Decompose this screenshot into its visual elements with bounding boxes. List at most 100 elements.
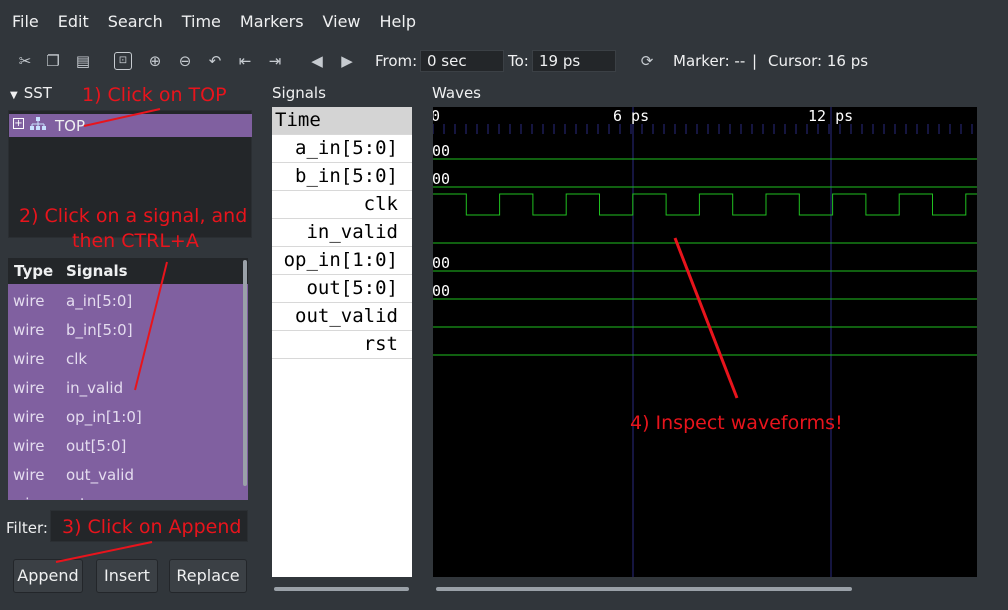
waves-hscrollbar[interactable] bbox=[436, 587, 852, 591]
type-cell: wire bbox=[13, 408, 45, 426]
copy-icon[interactable]: ❐ bbox=[42, 50, 64, 72]
filter-label: Filter: bbox=[6, 519, 48, 537]
menu-view[interactable]: View bbox=[311, 8, 368, 36]
toolbar: ✂ ❐ ▤ ⊡ ⊕ ⊖ ↶ ⇤ ⇥ ◀ ▶ From: 0 sec To: 19… bbox=[10, 46, 1008, 76]
list-item[interactable]: wire rst bbox=[8, 489, 240, 500]
tick-label-6ps: 6 ps bbox=[613, 107, 649, 125]
list-item[interactable]: wire clk bbox=[8, 344, 240, 373]
from-input[interactable]: 0 sec bbox=[420, 50, 504, 72]
signal-row[interactable]: in_valid bbox=[272, 219, 412, 247]
waves-title: Waves bbox=[432, 84, 481, 102]
type-cell: wire bbox=[13, 379, 45, 397]
signal-row[interactable]: a_in[5:0] bbox=[272, 135, 412, 163]
replace-button[interactable]: Replace bbox=[169, 559, 247, 593]
list-item[interactable]: wire out_valid bbox=[8, 460, 240, 489]
annotation-step1: 1) Click on TOP bbox=[82, 84, 227, 106]
next-edge-icon[interactable]: ▶ bbox=[336, 50, 358, 72]
signal-cell: out[5:0] bbox=[66, 437, 127, 455]
menu-help[interactable]: Help bbox=[368, 8, 423, 36]
signal-cell: b_in[5:0] bbox=[66, 321, 133, 339]
list-item[interactable]: wire in_valid bbox=[8, 373, 240, 402]
type-cell: wire bbox=[13, 350, 45, 368]
waves-pane[interactable]: 0 6 ps 12 ps 00 00 00 00 bbox=[431, 107, 1000, 577]
menu-bar: File Edit Search Time Markers View Help bbox=[0, 8, 423, 36]
collapse-arrow-icon: ▼ bbox=[10, 90, 18, 101]
signal-list-scrollbar[interactable] bbox=[243, 260, 247, 486]
signal-cell: op_in[1:0] bbox=[66, 408, 142, 426]
signal-cell: in_valid bbox=[66, 379, 124, 397]
sst-title: SST bbox=[23, 84, 52, 102]
menu-edit[interactable]: Edit bbox=[46, 8, 96, 36]
signal-row[interactable]: out_valid bbox=[272, 303, 412, 331]
signal-name: op_in[1:0] bbox=[283, 249, 398, 271]
tick-label-0: 0 bbox=[433, 107, 440, 125]
signal-name: out_valid bbox=[295, 305, 398, 327]
col-type-header[interactable]: Type bbox=[14, 262, 53, 280]
col-signals-header[interactable]: Signals bbox=[66, 262, 128, 280]
value-op-in: 00 bbox=[433, 254, 450, 272]
signal-row[interactable]: op_in[1:0] bbox=[272, 247, 412, 275]
signals-hscrollbar[interactable] bbox=[274, 587, 409, 591]
signal-list-header: Type Signals bbox=[8, 258, 248, 284]
time-row[interactable]: Time bbox=[272, 107, 412, 135]
signal-row[interactable]: out[5:0] bbox=[272, 275, 412, 303]
annotation-step2a: 2) Click on a signal, and bbox=[19, 205, 248, 227]
waves-vscroll-area bbox=[978, 107, 1008, 577]
tree-item-label: TOP bbox=[55, 117, 86, 135]
reload-icon[interactable]: ⟳ bbox=[636, 50, 658, 72]
to-input[interactable]: 19 ps bbox=[532, 50, 616, 72]
signal-name: out[5:0] bbox=[306, 277, 398, 299]
to-label: To: bbox=[508, 52, 529, 70]
signal-cell: out_valid bbox=[66, 466, 134, 484]
time-grid bbox=[632, 107, 832, 577]
marker-readout: Marker: -- bbox=[673, 52, 746, 70]
type-cell: wire bbox=[13, 466, 45, 484]
menu-markers[interactable]: Markers bbox=[228, 8, 311, 36]
zoom-end-icon[interactable]: ⇥ bbox=[264, 50, 286, 72]
signal-name: a_in[5:0] bbox=[295, 137, 398, 159]
signal-row[interactable]: clk bbox=[272, 191, 412, 219]
value-a-in: 00 bbox=[433, 142, 450, 160]
expand-icon[interactable]: + bbox=[13, 118, 24, 129]
list-item[interactable]: wire a_in[5:0] bbox=[8, 286, 240, 315]
signals-pane: Time a_in[5:0] b_in[5:0] clk in_valid op… bbox=[272, 107, 412, 577]
clk-trace bbox=[433, 193, 1000, 216]
annotation-step2b: then CTRL+A bbox=[72, 230, 199, 252]
waveform-traces bbox=[433, 158, 1000, 356]
waveform-canvas[interactable]: 0 6 ps 12 ps 00 00 00 00 bbox=[431, 107, 1000, 577]
separator: | bbox=[752, 52, 758, 70]
zoom-fit-icon[interactable]: ⊡ bbox=[114, 52, 132, 70]
type-cell: wire bbox=[13, 292, 45, 310]
hierarchy-icon bbox=[29, 116, 47, 136]
annotation-step3: 3) Click on Append bbox=[62, 516, 242, 538]
value-b-in: 00 bbox=[433, 170, 450, 188]
time-label: Time bbox=[275, 109, 321, 131]
list-item[interactable]: wire out[5:0] bbox=[8, 431, 240, 460]
list-item[interactable]: wire b_in[5:0] bbox=[8, 315, 240, 344]
prev-edge-icon[interactable]: ◀ bbox=[306, 50, 328, 72]
zoom-start-icon[interactable]: ⇤ bbox=[234, 50, 256, 72]
cut-icon[interactable]: ✂ bbox=[14, 50, 36, 72]
paste-icon[interactable]: ▤ bbox=[72, 50, 94, 72]
tree-item-top[interactable]: + TOP bbox=[9, 114, 252, 137]
menu-file[interactable]: File bbox=[0, 8, 46, 36]
signal-name: clk bbox=[363, 193, 398, 215]
signal-cell: rst bbox=[66, 495, 86, 500]
signal-row[interactable]: b_in[5:0] bbox=[272, 163, 412, 191]
insert-button[interactable]: Insert bbox=[96, 559, 158, 593]
signals-pane-title: Signals bbox=[272, 84, 326, 102]
signal-cell: clk bbox=[66, 350, 88, 368]
type-cell: wire bbox=[13, 321, 45, 339]
zoom-in-icon[interactable]: ⊕ bbox=[144, 50, 166, 72]
menu-search[interactable]: Search bbox=[96, 8, 170, 36]
sst-header[interactable]: ▼ SST bbox=[10, 84, 52, 102]
list-item[interactable]: wire op_in[1:0] bbox=[8, 402, 240, 431]
zoom-out-icon[interactable]: ⊖ bbox=[174, 50, 196, 72]
signal-row[interactable]: rst bbox=[272, 331, 412, 359]
undo-zoom-icon[interactable]: ↶ bbox=[204, 50, 226, 72]
signal-name: rst bbox=[363, 333, 398, 355]
append-button[interactable]: Append bbox=[13, 559, 83, 593]
menu-time[interactable]: Time bbox=[170, 8, 228, 36]
value-out: 00 bbox=[433, 282, 450, 300]
time-ruler-ticks bbox=[432, 124, 973, 134]
